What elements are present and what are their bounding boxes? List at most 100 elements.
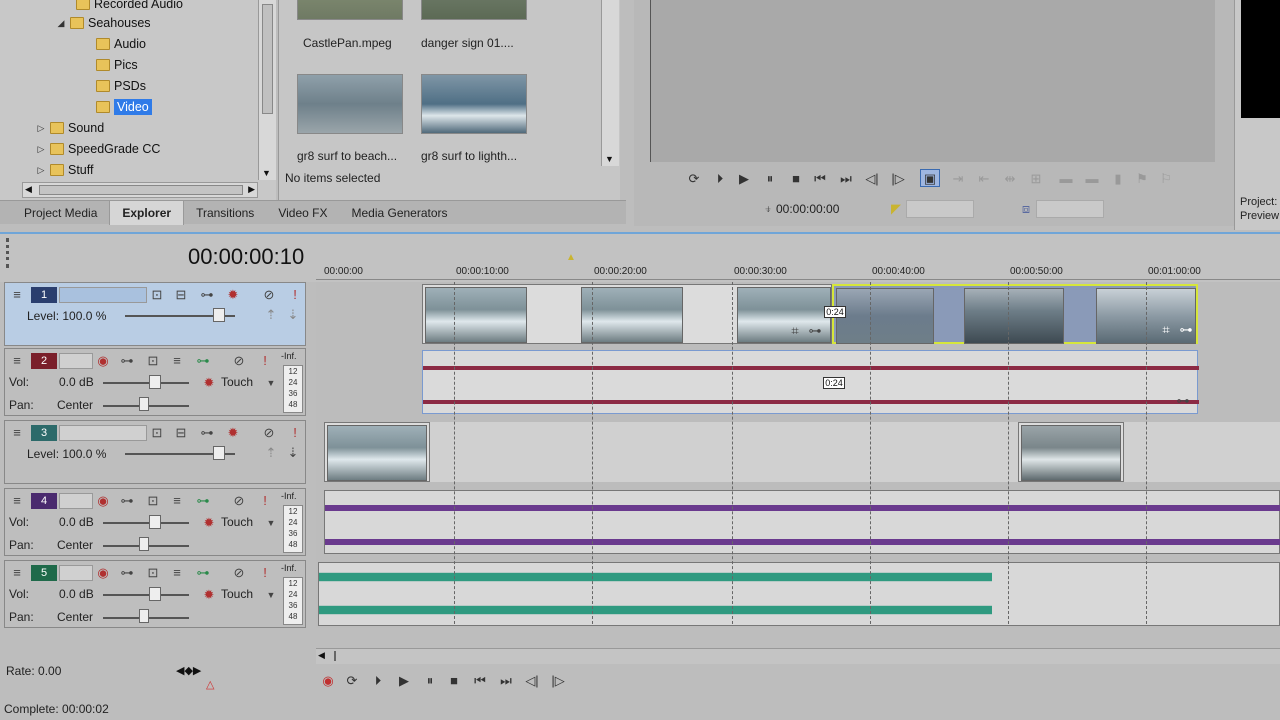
- track-fx-chain-icon[interactable]: ⊶: [195, 493, 211, 509]
- automation-gear-icon[interactable]: ✹: [225, 425, 241, 441]
- track-menu-icon[interactable]: ≡: [9, 425, 25, 441]
- automation-gear-icon[interactable]: ✹: [201, 375, 217, 391]
- composite-child-icon[interactable]: ⇣: [285, 445, 301, 461]
- track-menu-icon[interactable]: ≡: [9, 287, 25, 303]
- loop-icon[interactable]: ⟳: [684, 170, 704, 188]
- go-to-start-icon[interactable]: ⏮: [470, 672, 490, 690]
- in-point-field[interactable]: [906, 200, 974, 218]
- scroll-thumb[interactable]: [334, 651, 338, 661]
- track-fx-icon[interactable]: ⊶: [119, 565, 135, 581]
- track-fx-icon[interactable]: ⊶: [119, 493, 135, 509]
- previous-frame-icon[interactable]: ◁|: [522, 672, 542, 690]
- solo-icon[interactable]: !: [257, 565, 273, 581]
- trimmer-tool-icon[interactable]: ⇤: [974, 170, 994, 188]
- composite-parent-icon[interactable]: ⇡: [263, 307, 279, 323]
- pan-slider-knob[interactable]: [139, 397, 149, 411]
- play-icon[interactable]: ▶: [734, 170, 754, 188]
- volume-slider[interactable]: [103, 594, 189, 596]
- region-icon[interactable]: ⚐: [1156, 170, 1176, 188]
- mute-icon[interactable]: ⊘: [231, 565, 247, 581]
- trimmer-tool-icon[interactable]: ⇹: [1000, 170, 1020, 188]
- marker-icon[interactable]: ⚑: [1132, 170, 1152, 188]
- track-fx-icon[interactable]: ⊶: [199, 425, 215, 441]
- chevron-down-icon[interactable]: ▼: [263, 375, 279, 391]
- scroll-down-icon[interactable]: ▼: [262, 168, 271, 178]
- track-envelope-icon[interactable]: ⊡: [145, 493, 161, 509]
- trimmer-tool-icon[interactable]: ⊞: [1026, 170, 1046, 188]
- track-envelope-icon[interactable]: ⊡: [145, 565, 161, 581]
- scroll-down-icon[interactable]: ▼: [605, 154, 614, 164]
- audio-clip-track4[interactable]: [324, 490, 1280, 554]
- stop-icon[interactable]: ■: [444, 672, 464, 690]
- add-to-timeline-icon[interactable]: ▣: [920, 169, 940, 187]
- thumbnail-scrollbar[interactable]: ▼: [601, 0, 619, 166]
- volume-slider-knob[interactable]: [149, 375, 161, 389]
- mute-icon[interactable]: ⊘: [231, 493, 247, 509]
- automation-gear-icon[interactable]: ✹: [225, 287, 241, 303]
- collapsed-arrow-icon[interactable]: ▷: [36, 123, 46, 134]
- compositing-mode-icon[interactable]: ⊟: [173, 425, 189, 441]
- automation-mode-select[interactable]: Touch: [221, 587, 253, 601]
- video-clip-track3-a[interactable]: [324, 422, 430, 482]
- trimmer-tool-icon[interactable]: ▬: [1056, 170, 1076, 188]
- volume-slider-knob[interactable]: [149, 587, 161, 601]
- go-to-end-icon[interactable]: ⏭: [836, 170, 856, 188]
- pause-icon[interactable]: ⏸: [760, 170, 780, 188]
- play-from-start-icon[interactable]: ⏵: [368, 672, 388, 690]
- tree-item-speedgrade[interactable]: ▷ SpeedGrade CC: [36, 139, 161, 159]
- audio-clip-track5[interactable]: [318, 562, 1280, 626]
- track-header-1[interactable]: ≡ 1 ⊡ ⊟ ⊶ ✹ ⊘ ! Level: 100.0 % ⇡ ⇣: [4, 282, 306, 346]
- rate-marker-icon[interactable]: △: [206, 678, 214, 691]
- scroll-right-icon[interactable]: ▶: [248, 184, 255, 195]
- solo-icon[interactable]: !: [287, 287, 303, 303]
- input-bus-icon[interactable]: ≡: [169, 493, 185, 509]
- video-clip-track3-b[interactable]: [1018, 422, 1124, 482]
- trimmer-tool-icon[interactable]: ▬: [1082, 170, 1102, 188]
- mute-icon[interactable]: ⊘: [261, 425, 277, 441]
- play-from-start-icon[interactable]: ⏵: [710, 170, 730, 188]
- compositing-mode-icon[interactable]: ⊟: [173, 287, 189, 303]
- track-header-2[interactable]: ≡ 2 ◉ ⊶ ⊡ ≡ ⊶ ⊘ ! Vol: 0.0 dB ✹ Touch ▼ …: [4, 348, 306, 416]
- loop-icon[interactable]: ⟳: [342, 672, 362, 690]
- thumbnail-surf-lighthouse[interactable]: [421, 74, 527, 134]
- event-fx-icon[interactable]: ⊶: [807, 323, 823, 339]
- tree-vertical-scrollbar[interactable]: ▼: [258, 0, 276, 180]
- tree-item-recorded-audio[interactable]: Recorded Audio: [76, 0, 183, 14]
- automation-gear-icon[interactable]: ✹: [201, 515, 217, 531]
- thumbnail-surf-beach[interactable]: [297, 74, 403, 134]
- level-slider-knob[interactable]: [213, 446, 225, 460]
- pan-slider-knob[interactable]: [139, 537, 149, 551]
- tree-item-video[interactable]: Video: [96, 97, 152, 117]
- next-frame-icon[interactable]: |▷: [548, 672, 568, 690]
- chevron-down-icon[interactable]: ▼: [263, 515, 279, 531]
- play-icon[interactable]: ▶: [394, 672, 414, 690]
- tree-item-sound[interactable]: ▷ Sound: [36, 118, 105, 138]
- input-bus-icon[interactable]: ≡: [169, 565, 185, 581]
- timeline-ruler[interactable]: ▲ 00:00:00 00:00:10:00 00:00:20:00 00:00…: [316, 252, 1280, 280]
- composite-parent-icon[interactable]: ⇡: [263, 445, 279, 461]
- track-motion-icon[interactable]: ⊡: [149, 287, 165, 303]
- solo-icon[interactable]: !: [257, 353, 273, 369]
- tab-video-fx[interactable]: Video FX: [266, 201, 339, 225]
- audio-clip-track2[interactable]: 0:24 ⊶: [422, 350, 1199, 414]
- collapsed-arrow-icon[interactable]: ▷: [36, 165, 46, 176]
- tab-explorer[interactable]: Explorer: [109, 200, 185, 225]
- solo-icon[interactable]: !: [257, 493, 273, 509]
- track-header-3[interactable]: ≡ 3 ⊡ ⊟ ⊶ ✹ ⊘ ! Level: 100.0 % ⇡ ⇣: [4, 420, 306, 484]
- track-name-field[interactable]: [59, 287, 147, 303]
- track-fx-chain-icon[interactable]: ⊶: [195, 353, 211, 369]
- arm-record-icon[interactable]: ◉: [95, 565, 111, 581]
- tab-media-generators[interactable]: Media Generators: [339, 201, 459, 225]
- track-header-4[interactable]: ≡ 4 ◉ ⊶ ⊡ ≡ ⊶ ⊘ ! Vol: 0.0 dB ✹ Touch ▼ …: [4, 488, 306, 556]
- arm-record-icon[interactable]: ◉: [95, 353, 111, 369]
- track-name-field[interactable]: [59, 493, 93, 509]
- next-frame-icon[interactable]: |▷: [888, 170, 908, 188]
- grip-icon[interactable]: [6, 238, 12, 268]
- automation-gear-icon[interactable]: ✹: [201, 587, 217, 603]
- timeline-horizontal-scrollbar[interactable]: ◀: [316, 648, 1280, 664]
- scroll-left-icon[interactable]: ◀: [25, 184, 32, 195]
- rate-slider-icon[interactable]: ◀◆▶: [176, 664, 206, 677]
- tree-horizontal-scrollbar[interactable]: ◀ ▶: [22, 182, 258, 198]
- event-fx-icon[interactable]: ⊶: [1175, 393, 1191, 409]
- go-to-start-icon[interactable]: ⏮: [810, 170, 830, 188]
